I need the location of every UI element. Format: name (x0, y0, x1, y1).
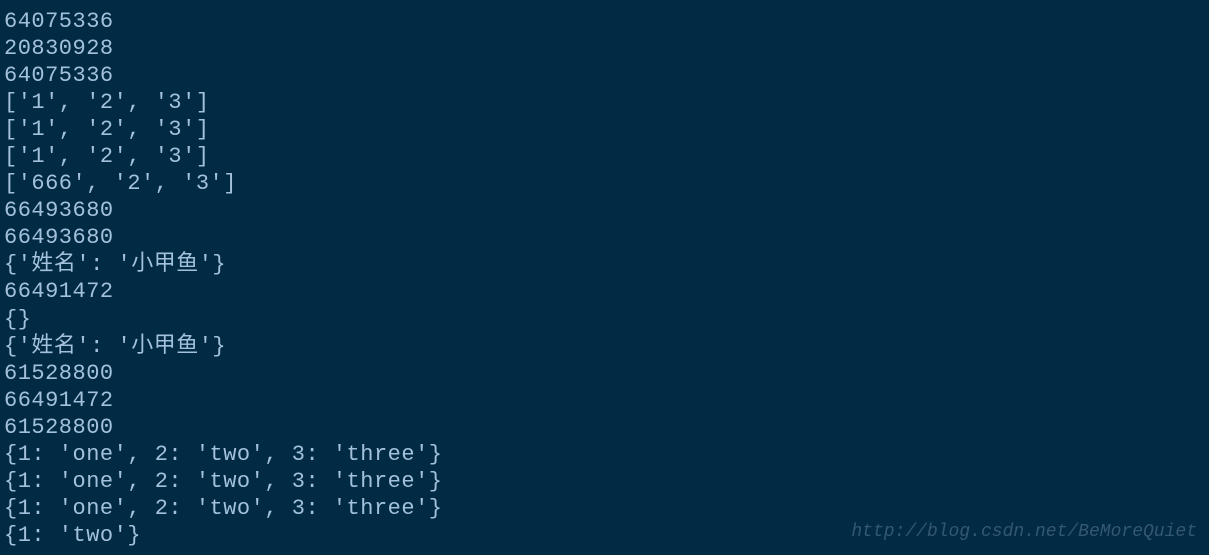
output-line: ['666', '2', '3'] (4, 170, 1205, 197)
output-line: 64075336 (4, 62, 1205, 89)
output-line: {'姓名': '小甲鱼'} (4, 333, 1205, 360)
output-line: ['1', '2', '3'] (4, 116, 1205, 143)
watermark-text: http://blog.csdn.net/BeMoreQuiet (851, 521, 1197, 543)
output-line: 66491472 (4, 387, 1205, 414)
output-line: 61528800 (4, 360, 1205, 387)
output-line: 66493680 (4, 224, 1205, 251)
output-line: {1: 'one', 2: 'two', 3: 'three'} (4, 495, 1205, 522)
output-line: {1: 'one', 2: 'two', 3: 'three'} (4, 468, 1205, 495)
output-line: 20830928 (4, 35, 1205, 62)
output-line: 61528800 (4, 414, 1205, 441)
output-line: {'姓名': '小甲鱼'} (4, 251, 1205, 278)
output-line: {} (4, 306, 1205, 333)
console-output: 64075336 20830928 64075336 ['1', '2', '3… (4, 8, 1205, 549)
output-line: 66493680 (4, 197, 1205, 224)
output-line: {1: 'one', 2: 'two', 3: 'three'} (4, 441, 1205, 468)
output-line: ['1', '2', '3'] (4, 89, 1205, 116)
output-line: 64075336 (4, 8, 1205, 35)
output-line: 66491472 (4, 278, 1205, 305)
output-line: ['1', '2', '3'] (4, 143, 1205, 170)
